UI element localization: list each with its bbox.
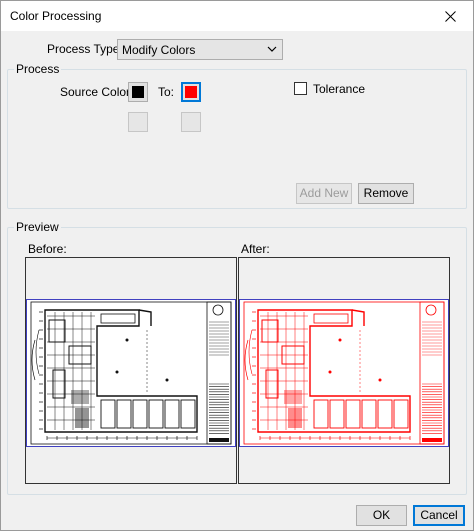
before-label: Before:	[28, 242, 67, 256]
target-color-swatch[interactable]	[181, 82, 201, 102]
target-color-fill	[185, 86, 197, 98]
floor-plan-drawing	[30, 301, 232, 445]
source-color-swatch-empty[interactable]	[128, 112, 148, 132]
window-title: Color Processing	[10, 9, 102, 23]
chevron-down-icon	[267, 46, 277, 52]
source-color-swatch[interactable]	[128, 82, 148, 102]
after-preview-pane	[238, 257, 450, 484]
add-new-button[interactable]: Add New	[296, 183, 352, 204]
remove-button[interactable]: Remove	[358, 183, 414, 204]
close-icon	[444, 10, 456, 22]
process-type-select[interactable]: Modify Colors	[117, 39, 283, 60]
to-label: To:	[158, 85, 175, 99]
after-preview-image	[239, 299, 449, 447]
preview-group-title: Preview	[14, 220, 61, 234]
process-type-label: Process Type:	[47, 42, 123, 56]
after-label: After:	[241, 242, 270, 256]
before-preview-image	[26, 299, 236, 447]
cancel-button[interactable]: Cancel	[413, 505, 465, 526]
title-bar: Color Processing	[1, 1, 473, 31]
tolerance-checkbox[interactable]	[294, 82, 307, 95]
ok-button[interactable]: OK	[356, 505, 407, 526]
close-button[interactable]	[427, 1, 473, 31]
color-processing-dialog: Color Processing Process Type: Modify Co…	[0, 0, 474, 531]
process-type-value: Modify Colors	[122, 43, 196, 57]
floor-plan-drawing-recolored	[243, 301, 445, 445]
tolerance-label: Tolerance	[313, 82, 366, 96]
process-group-title: Process	[14, 62, 62, 76]
target-color-swatch-empty[interactable]	[181, 112, 201, 132]
before-preview-pane	[25, 257, 237, 484]
source-color-fill	[132, 86, 144, 98]
source-color-label: Source Color:	[60, 85, 134, 99]
